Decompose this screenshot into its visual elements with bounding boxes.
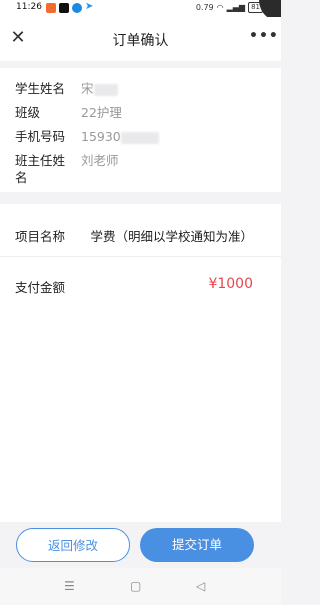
student-info-card: 学生姓名 宋 班级 22护理 手机号码 15930 班主任姓名 刘老师 <box>0 68 281 192</box>
wifi-icon: ◠ <box>216 3 224 12</box>
head-teacher-value: 刘老师 <box>81 153 119 168</box>
phone-value: 15930 <box>81 128 159 145</box>
submit-order-button[interactable]: 提交订单 <box>140 528 254 562</box>
redaction-blur <box>93 83 118 96</box>
system-nav-bar: ☰ ▢ ◁ <box>0 568 281 605</box>
page-title: 订单确认 <box>112 33 169 49</box>
student-name-value: 宋 <box>81 80 118 97</box>
class-label: 班级 <box>15 105 41 120</box>
phone-text: 15930 <box>81 129 121 144</box>
menu-icon[interactable]: ☰ <box>64 579 75 593</box>
amount-value: ¥1000 <box>208 276 253 292</box>
net-speed: 0.79 <box>195 3 214 12</box>
head-teacher-label: 班主任姓名 <box>15 153 66 185</box>
order-info-card: 项目名称 学费（明细以学校通知为准） 支付金额 ¥1000 <box>0 204 281 308</box>
phone-label: 手机号码 <box>15 129 66 144</box>
student-name-label: 学生姓名 <box>15 81 66 96</box>
signal-icon: ▂▄▆ <box>226 3 246 12</box>
tiktok-icon <box>59 3 69 13</box>
content-blank-area <box>0 308 281 522</box>
home-icon[interactable]: ▢ <box>130 579 141 593</box>
divider <box>0 256 281 257</box>
status-bar: 11:26 ➤ 0.79 ◠ ▂▄▆ 81 <box>0 0 281 17</box>
account-icon <box>72 3 82 13</box>
student-name-text: 宋 <box>81 81 94 96</box>
action-bar: 返回修改 提交订单 <box>0 522 281 568</box>
item-name-label: 项目名称 <box>15 229 66 244</box>
redaction-blur <box>120 131 159 144</box>
status-indicators: 0.79 ◠ ▂▄▆ 81 <box>196 2 263 13</box>
class-value: 22护理 <box>81 105 122 120</box>
nav-bar: ✕ 订单确认 ••• <box>0 17 281 61</box>
amount-label: 支付金额 <box>15 280 66 295</box>
back-icon[interactable]: ◁ <box>196 579 205 593</box>
app-notification-icon <box>46 3 56 13</box>
location-icon: ➤ <box>85 1 94 12</box>
status-time: 11:26 <box>16 2 42 12</box>
more-dots-icon[interactable]: ••• <box>249 25 278 47</box>
back-edit-button[interactable]: 返回修改 <box>16 528 130 562</box>
item-name-value: 学费（明细以学校通知为准） <box>90 229 253 244</box>
